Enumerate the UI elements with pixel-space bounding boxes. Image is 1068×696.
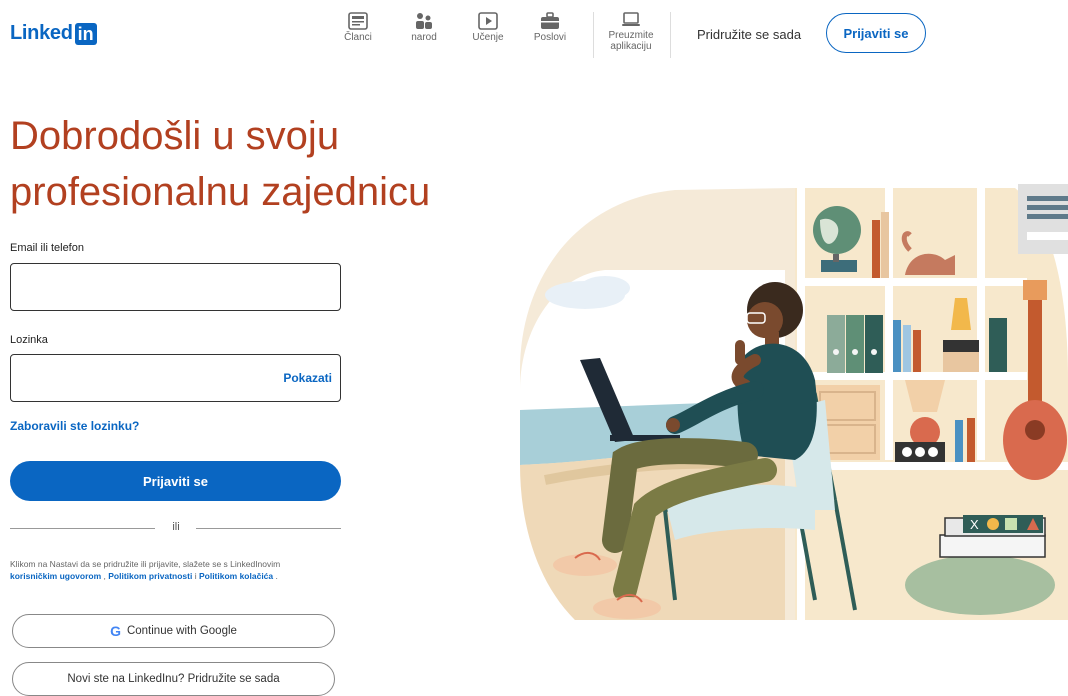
nav-item-get-app[interactable]: Preuzmite aplikaciju: [601, 12, 661, 52]
linkedin-logo[interactable]: Linked in: [10, 22, 97, 45]
laptop-icon: [622, 12, 640, 26]
logo-wordmark: Linked: [10, 22, 73, 44]
hero-illustration: X: [520, 180, 1068, 620]
sign-in-button[interactable]: Prijaviti se: [826, 13, 926, 53]
learning-icon: [478, 12, 498, 30]
password-label: Lozinka: [10, 334, 48, 346]
privacy-policy-link[interactable]: Politikom privatnosti: [108, 571, 192, 581]
svg-text:X: X: [970, 517, 979, 532]
or-divider: ili: [10, 521, 341, 535]
nav-item-jobs[interactable]: Poslovi: [520, 12, 580, 43]
password-field[interactable]: Pokazati: [10, 354, 341, 402]
people-icon: [416, 13, 432, 29]
logo-in-badge: in: [74, 22, 97, 45]
email-field[interactable]: [10, 263, 341, 311]
continue-with-google-button[interactable]: G Continue with Google: [12, 614, 335, 648]
page-headline: Dobrodošli u svoju profesionalnu zajedni…: [10, 108, 530, 220]
nav-item-learning[interactable]: Učenje: [458, 12, 518, 43]
join-now-button[interactable]: Novi ste na LinkedInu? Pridružite se sad…: [12, 662, 335, 696]
legal-text: Klikom na Nastavi da se pridružite ili p…: [10, 559, 281, 569]
nav-label-get-app-2: aplikaciju: [610, 41, 652, 52]
nav-item-articles[interactable]: Članci: [328, 12, 388, 43]
nav-divider: [670, 12, 671, 58]
join-button-label: Novi ste na LinkedInu? Pridružite se sad…: [67, 673, 280, 685]
or-label: ili: [172, 521, 180, 533]
nav-item-people[interactable]: narod: [394, 12, 454, 43]
jobs-icon: [541, 12, 559, 29]
nav-label-articles: Članci: [344, 32, 372, 43]
legal-end: .: [273, 571, 278, 581]
legal-separator: i: [192, 571, 199, 581]
join-now-link[interactable]: Pridružite se sada: [697, 27, 801, 42]
cookie-policy-link[interactable]: Politikom kolačića: [199, 571, 273, 581]
nav-divider: [593, 12, 594, 58]
legal-notice: Klikom na Nastavi da se pridružite ili p…: [10, 558, 340, 582]
articles-icon: [348, 12, 368, 30]
nav-label-learning: Učenje: [472, 32, 504, 43]
nav-label-people: narod: [411, 32, 437, 43]
google-icon: G: [110, 623, 121, 639]
divider-line: [10, 528, 155, 529]
sign-in-submit-button[interactable]: Prijaviti se: [10, 461, 341, 501]
top-nav-bar: Linked in Članci narod Učenje Poslovi Pr…: [0, 0, 1068, 70]
headline-line-2: profesionalnu zajednicu: [10, 170, 431, 214]
email-label: Email ili telefon: [10, 242, 84, 254]
user-agreement-link[interactable]: korisničkim ugovorom: [10, 571, 101, 581]
nav-label-jobs: Poslovi: [533, 32, 567, 43]
nav-label-get-app-1: Preuzmite: [608, 30, 654, 41]
forgot-password-link[interactable]: Zaboravili ste lozinku?: [10, 419, 139, 433]
headline-line-1: Dobrodošli u svoju: [10, 114, 340, 158]
show-password-button[interactable]: Pokazati: [283, 371, 332, 385]
divider-line: [196, 528, 341, 529]
google-button-label: Continue with Google: [126, 625, 237, 637]
